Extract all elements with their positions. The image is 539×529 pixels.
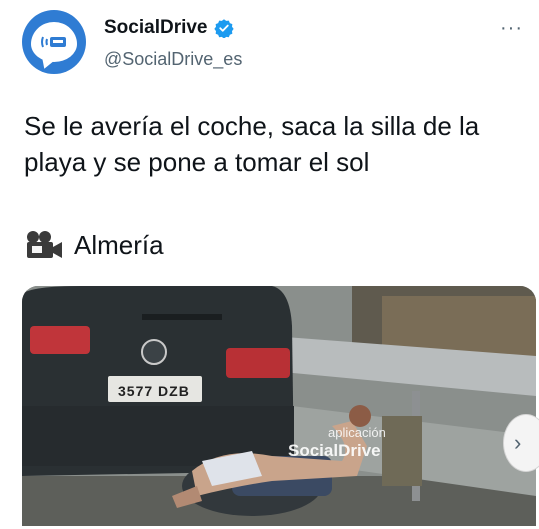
account-handle[interactable]: @SocialDrive_es <box>104 49 242 70</box>
more-dots-icon[interactable]: ··· <box>500 17 523 40</box>
account-name-row: SocialDrive <box>104 17 234 39</box>
chevron-right-icon: › <box>514 430 522 455</box>
tweet-text: Se le avería el coche, saca la silla de … <box>24 111 480 177</box>
location-label: Almería <box>74 229 164 260</box>
speech-bubble-road-signal-icon <box>31 22 77 62</box>
video-frame-image <box>22 286 536 526</box>
watermark-app-label: aplicación <box>328 425 386 440</box>
verified-badge-icon <box>213 19 234 38</box>
film-camera-icon <box>27 231 62 258</box>
account-name[interactable]: SocialDrive <box>104 17 208 39</box>
account-avatar[interactable] <box>22 10 86 74</box>
tweet-location: Almería <box>24 229 164 261</box>
watermark-brand: SocialDrive <box>288 441 381 460</box>
license-plate: 3577 DZB <box>118 383 190 399</box>
tweet-video[interactable]: 3577 DZB aplicación SocialDrive <box>22 286 536 526</box>
